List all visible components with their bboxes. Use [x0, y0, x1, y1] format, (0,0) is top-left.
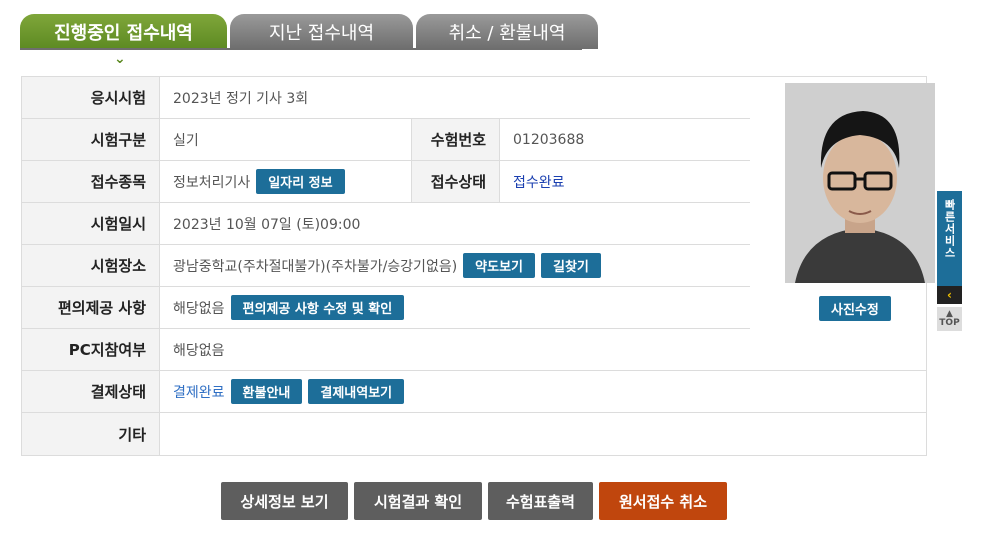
table-row: PC지참여부 해당없음: [22, 329, 926, 371]
item-text: 정보처리기사: [173, 174, 251, 191]
map-button[interactable]: 약도보기: [463, 253, 536, 278]
cancel-application-button[interactable]: 원서접수 취소: [599, 482, 727, 520]
table-row: 접수종목 정보처리기사 일자리 정보 접수상태 접수완료: [22, 161, 750, 203]
row-label: 시험장소: [22, 245, 160, 286]
status-text: 접수완료: [513, 174, 565, 191]
pc-value: 해당없음: [160, 329, 926, 370]
table-row: 시험장소 광남중학교(주차절대불가)(주차불가/승강기없음) 약도보기 길찾기: [22, 245, 750, 287]
table-row: 편의제공 사항 해당없음 편의제공 사항 수정 및 확인: [22, 287, 750, 329]
place-value: 광남중학교(주차절대불가)(주차불가/승강기없음) 약도보기 길찾기: [160, 245, 750, 286]
row-label: 응시시험: [22, 77, 160, 118]
payment-text: 결제완료: [173, 384, 225, 401]
item-value: 정보처리기사 일자리 정보: [160, 161, 412, 202]
application-table: 응시시험 2023년 정기 기사 3회 시험구분 실기 수험번호 0120368…: [21, 76, 935, 456]
row-label: 접수종목: [22, 161, 160, 202]
refund-info-button[interactable]: 환불안내: [230, 379, 303, 404]
table-row: 시험구분 실기 수험번호 01203688: [22, 119, 750, 161]
pc-text: 해당없음: [173, 342, 225, 359]
table-row: 응시시험 2023년 정기 기사 3회: [22, 77, 750, 119]
row-label: 시험구분: [22, 119, 160, 160]
route-button[interactable]: 길찾기: [541, 253, 601, 278]
detail-info-button[interactable]: 상세정보 보기: [221, 482, 348, 520]
convenience-edit-button[interactable]: 편의제공 사항 수정 및 확인: [230, 295, 405, 320]
table-row: 시험일시 2023년 10월 07일 (토)09:00: [22, 203, 750, 245]
applicant-photo: [785, 83, 935, 283]
etc-value: [160, 413, 926, 455]
table-row: 결제상태 결제완료 환불안내 결제내역보기: [22, 371, 926, 413]
convenience-text: 해당없음: [173, 300, 225, 317]
exam-no-value: 01203688: [500, 119, 750, 160]
payment-history-button[interactable]: 결제내역보기: [308, 379, 405, 404]
exam-text: 2023년 정기 기사 3회: [173, 90, 309, 107]
tab-past[interactable]: 지난 접수내역: [230, 14, 413, 49]
job-info-button[interactable]: 일자리 정보: [256, 169, 345, 194]
person-photo-icon: [785, 83, 935, 283]
tab-in-progress[interactable]: 진행중인 접수내역: [20, 14, 227, 49]
place-text: 광남중학교(주차절대불가)(주차불가/승강기없음): [173, 258, 458, 275]
row-label: 접수상태: [412, 161, 500, 202]
payment-value: 결제완료 환불안내 결제내역보기: [160, 371, 926, 412]
row-label: 편의제공 사항: [22, 287, 160, 328]
exam-value: 2023년 정기 기사 3회: [160, 77, 750, 118]
chevron-left-icon[interactable]: ‹: [937, 286, 962, 304]
photo-area: 사진수정: [771, 77, 935, 329]
type-text: 실기: [173, 132, 199, 149]
edit-photo-button[interactable]: 사진수정: [819, 296, 891, 321]
exam-no-text: 01203688: [513, 131, 585, 148]
quick-service-label: 빠른서비스: [943, 199, 956, 259]
row-label: 기타: [22, 413, 160, 455]
row-label: PC지참여부: [22, 329, 160, 370]
row-label: 시험일시: [22, 203, 160, 244]
convenience-value: 해당없음 편의제공 사항 수정 및 확인: [160, 287, 750, 328]
date-value: 2023년 10월 07일 (토)09:00: [160, 203, 750, 244]
type-value: 실기: [160, 119, 412, 160]
chevron-down-icon: ⌄: [114, 51, 126, 67]
tab-underline: [20, 48, 582, 50]
tab-bar: 진행중인 접수내역 지난 접수내역 취소 / 환불내역: [20, 14, 598, 49]
tab-cancel-refund[interactable]: 취소 / 환불내역: [416, 14, 598, 49]
table-row: 기타: [22, 413, 926, 455]
print-ticket-button[interactable]: 수험표출력: [488, 482, 593, 520]
exam-result-button[interactable]: 시험결과 확인: [354, 482, 482, 520]
row-label: 결제상태: [22, 371, 160, 412]
row-label: 수험번호: [412, 119, 500, 160]
top-label: TOP: [939, 318, 960, 328]
date-text: 2023년 10월 07일 (토)09:00: [173, 216, 361, 233]
top-button[interactable]: ▲ TOP: [937, 307, 962, 331]
status-value: 접수완료: [500, 161, 750, 202]
